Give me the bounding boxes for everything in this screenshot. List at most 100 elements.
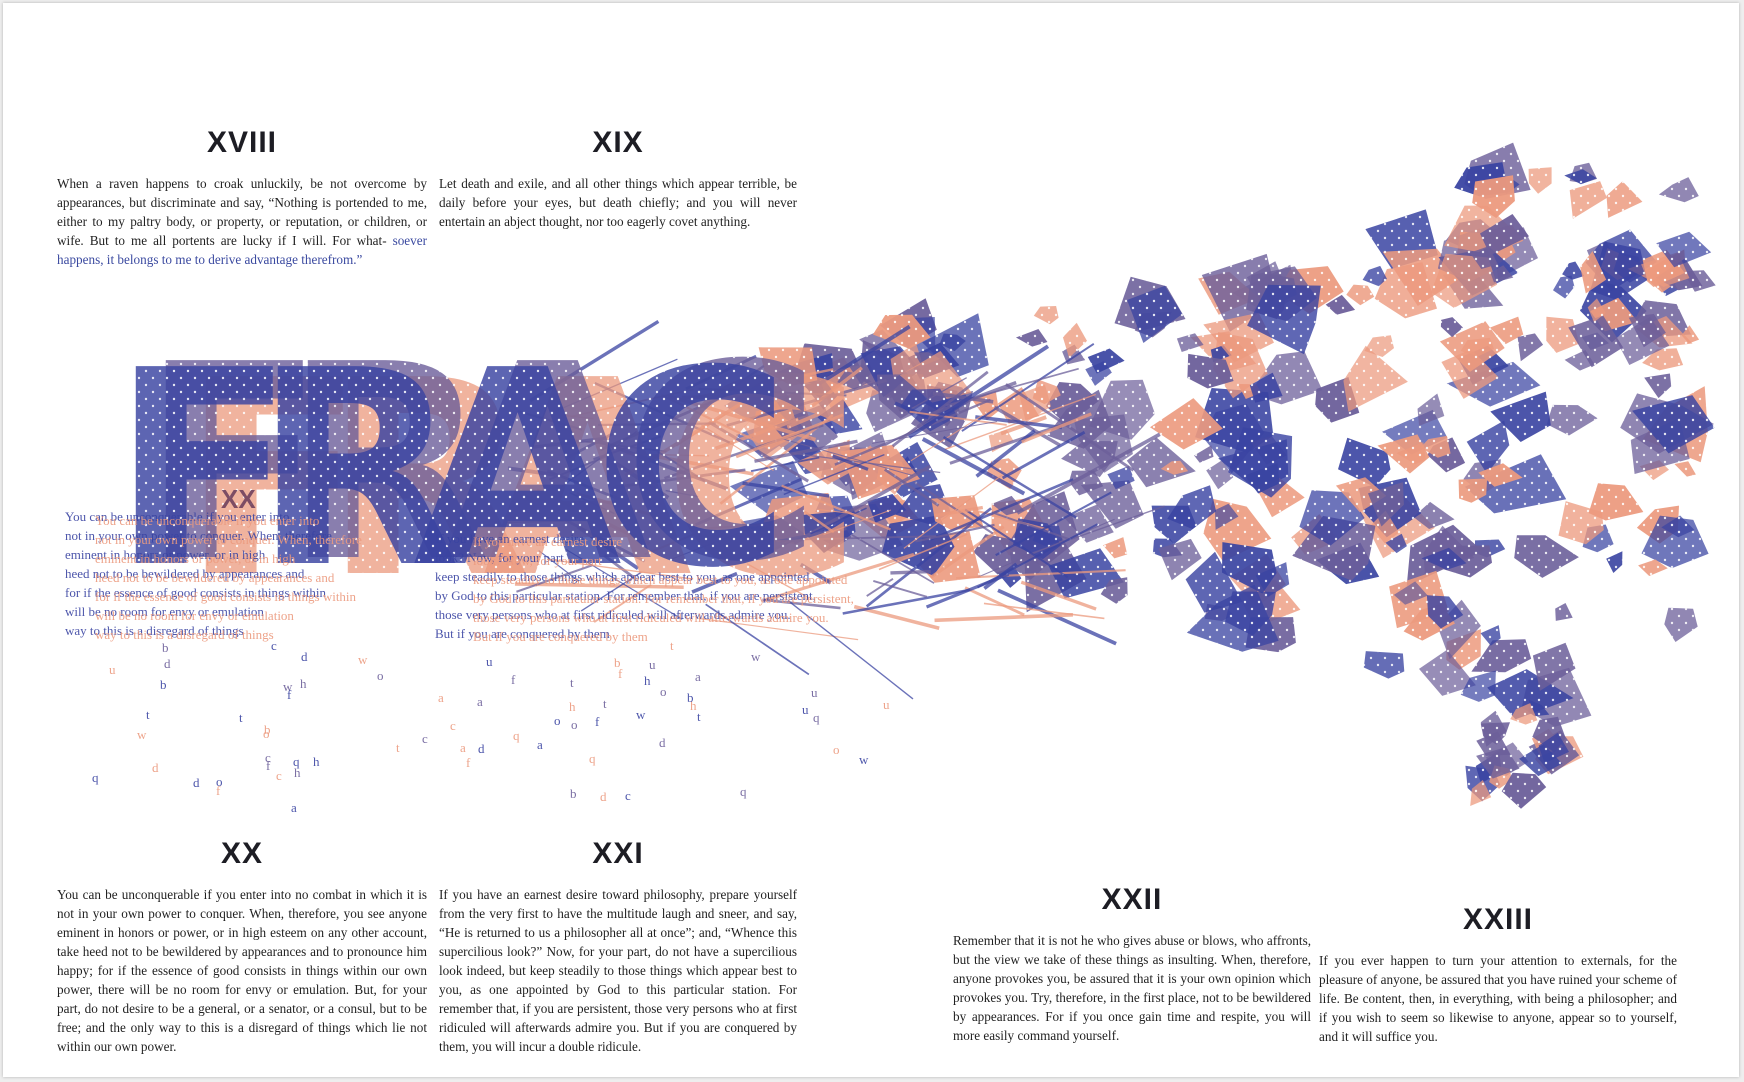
echo-line: eminent in honors or power, or in high: [95, 551, 296, 566]
falling-letter: a: [695, 669, 701, 684]
falling-letter: h: [644, 673, 651, 688]
title-shard-texture: [1343, 345, 1408, 412]
falling-letter: b: [614, 655, 621, 670]
falling-letter: t: [396, 740, 400, 755]
splinter-line: [964, 586, 1025, 617]
echo-line: those very persons who at first ridicule…: [473, 610, 829, 625]
falling-letter: h: [313, 754, 320, 769]
section-text: You can be unconquerable if you enter in…: [57, 887, 427, 1054]
falling-letter: c: [276, 768, 282, 783]
title-shard-texture: [1363, 651, 1405, 679]
section-numeral: XX: [220, 837, 264, 870]
echo-line: But if you are conquered by them: [473, 629, 648, 644]
falling-letter: a: [477, 694, 483, 709]
falling-letter: c: [625, 788, 631, 803]
falling-letter: o: [571, 717, 578, 732]
title-shard-texture: [1015, 329, 1048, 347]
falling-letter: b: [160, 677, 167, 692]
title-shard-texture: [1664, 607, 1698, 642]
falling-letter: d: [478, 741, 485, 756]
echo-line: for if the essence of good consists in t…: [95, 589, 357, 604]
echo-line: way to this is a disregard of things: [95, 627, 274, 642]
falling-letter: w: [636, 707, 646, 722]
falling-letter: f: [266, 758, 271, 773]
splinter-line: [842, 588, 971, 615]
falling-letter: t: [670, 638, 674, 653]
title-shard-texture: [1151, 505, 1197, 544]
section-numeral: XXII: [1101, 883, 1163, 916]
echo-line: look? Now, for your part: [473, 553, 602, 568]
falling-letter: a: [291, 800, 297, 815]
title-shard-texture: [1417, 393, 1445, 426]
section-text: Remember that it is not he who gives abu…: [953, 933, 1311, 1043]
falling-letter: o: [554, 713, 561, 728]
echo-line: by God to this particular station. For r…: [473, 591, 854, 606]
falling-letter: f: [511, 672, 516, 687]
title-shard-texture: [1555, 603, 1573, 621]
falling-letter: o: [263, 726, 270, 741]
falling-letter: u: [486, 654, 493, 669]
falling-letter: d: [301, 649, 308, 664]
falling-letter: t: [146, 707, 150, 722]
falling-letter: u: [802, 702, 809, 717]
title-shard-texture: [1103, 537, 1128, 559]
section-text-main: When a raven happens to croak unluckily,…: [57, 176, 427, 248]
title-shard-texture: [1674, 461, 1696, 477]
falling-letter: f: [595, 714, 600, 729]
falling-letter: d: [659, 735, 666, 750]
falling-letter: w: [751, 649, 761, 664]
falling-letter: u: [109, 662, 116, 677]
title-shard-texture: [1033, 306, 1059, 325]
falling-letter: c: [422, 731, 428, 746]
splinter-line: [890, 569, 931, 575]
section-text: If you ever happen to turn your attentio…: [1319, 953, 1677, 1044]
falling-letter: d: [193, 775, 200, 790]
falling-letter: u: [649, 657, 656, 672]
section-xxi: XXI If you have an earnest desire toward…: [439, 837, 797, 1056]
echo-line: keep steadily to those things which appe…: [473, 572, 848, 587]
echo-line: will be no room for envy or emulation: [95, 608, 294, 623]
falling-letter: d: [152, 760, 159, 775]
splinter-line: [934, 613, 1073, 623]
falling-letter: w: [137, 727, 147, 742]
falling-letter: o: [833, 742, 840, 757]
falling-letter: t: [239, 710, 243, 725]
section-text: When a raven happens to croak unluckily,…: [57, 174, 427, 269]
section-numeral: XXI: [592, 837, 644, 870]
falling-letter: w: [358, 652, 368, 667]
falling-letter: a: [460, 740, 466, 755]
falling-letter: a: [438, 690, 444, 705]
falling-letter: b: [687, 690, 694, 705]
falling-letter: c: [450, 718, 456, 733]
title-shard-texture: [1517, 333, 1544, 362]
title-shard-texture: [1514, 535, 1579, 578]
falling-letter: q: [589, 751, 596, 766]
title-shard-texture: [1606, 551, 1623, 573]
falling-letter: q: [92, 770, 99, 785]
falling-letter: q: [513, 728, 520, 743]
section-xxii: XXII Remember that it is not he who give…: [953, 883, 1311, 1045]
section-xxiii: XXIII If you ever happen to turn your at…: [1319, 903, 1677, 1046]
section-numeral: XVIII: [206, 126, 278, 159]
echo-line: If you have an earnest desire: [473, 534, 622, 549]
falling-letter: c: [271, 638, 277, 653]
title-shard-texture: [1346, 284, 1375, 306]
falling-letter: b: [162, 640, 169, 655]
section-numeral: XIX: [592, 126, 644, 159]
falling-letter: q: [813, 710, 820, 725]
falling-letter: u: [811, 685, 818, 700]
echo-line: not in your own power to conquer. When, …: [95, 532, 362, 547]
section-xviii: XVIII When a raven happens to croak unlu…: [57, 126, 427, 269]
falling-letter: f: [466, 755, 471, 770]
section-xx: XX You can be unconquerable if you enter…: [57, 837, 427, 1056]
falling-letter: f: [216, 783, 221, 798]
title-shard-texture: [1644, 373, 1672, 399]
falling-letter: o: [377, 668, 384, 683]
title-shard-texture: [1528, 167, 1552, 194]
falling-letter: q: [293, 754, 300, 769]
echo-line: heed not to be bewildered by appearances…: [95, 570, 335, 585]
falling-letter: t: [697, 709, 701, 724]
falling-letter: q: [740, 784, 747, 799]
falling-letter: o: [660, 684, 667, 699]
title-shard-texture: [1606, 181, 1643, 218]
